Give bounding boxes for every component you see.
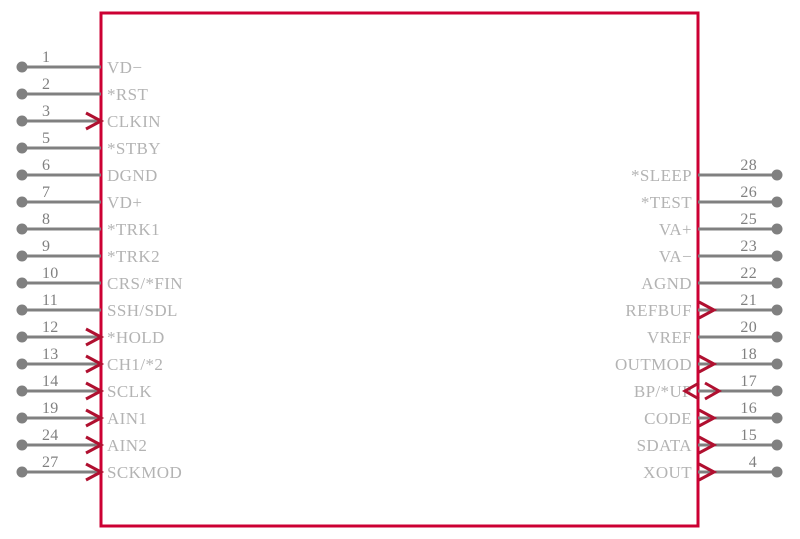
pin-terminal-dot[interactable]	[16, 169, 28, 181]
pin-label: *HOLD	[107, 328, 165, 347]
symbol-drawing: 1 VD− 2 *RST 3 CLKIN 5 *STBY 6 DGND 7 VD+ 8 *TRK1 9 *TR…	[16, 11, 783, 528]
pin-terminal-dot[interactable]	[16, 331, 28, 343]
pin-label: CH1/*2	[107, 355, 163, 374]
pin-number: 10	[42, 265, 59, 282]
pin-terminal-dot[interactable]	[16, 250, 28, 262]
pin-number: 7	[42, 184, 50, 201]
pin-label: VD+	[107, 193, 142, 212]
pin-label: *TRK2	[107, 247, 160, 266]
pin-number: 8	[42, 211, 50, 228]
pin-terminal-dot[interactable]	[16, 88, 28, 100]
pin-number: 25	[740, 211, 757, 228]
pin-label: VD−	[107, 58, 142, 77]
pin-terminal-dot[interactable]	[16, 466, 28, 478]
pin-number: 18	[740, 346, 757, 363]
pin-number: 24	[42, 427, 59, 444]
pin-terminal-dot[interactable]	[771, 358, 783, 370]
pin-number: 23	[740, 238, 757, 255]
pin-terminal-dot[interactable]	[16, 61, 28, 73]
pin-terminal-dot[interactable]	[16, 115, 28, 127]
pin-number: 9	[42, 238, 50, 255]
pin-terminal-dot[interactable]	[16, 358, 28, 370]
pin-number: 17	[740, 373, 757, 390]
pin-label: SSH/SDL	[107, 301, 178, 320]
pin-terminal-dot[interactable]	[771, 385, 783, 397]
pin-terminal-dot[interactable]	[16, 385, 28, 397]
pin-terminal-dot[interactable]	[771, 169, 783, 181]
pin-label: *TRK1	[107, 220, 160, 239]
pin-label: SCLK	[107, 382, 152, 401]
pin-terminal-dot[interactable]	[771, 439, 783, 451]
pin-terminal-dot[interactable]	[16, 277, 28, 289]
pin-label: REFBUF	[625, 301, 692, 320]
pin-terminal-dot[interactable]	[771, 304, 783, 316]
pin-label: OUTMOD	[615, 355, 692, 374]
pin-label: *SLEEP	[631, 166, 692, 185]
pin-number: 21	[740, 292, 757, 309]
pin-terminal-dot[interactable]	[771, 250, 783, 262]
pin-terminal-dot[interactable]	[16, 142, 28, 154]
pin-number: 6	[42, 157, 50, 174]
component-body-outline	[99, 11, 700, 528]
pin-number: 27	[42, 454, 59, 471]
pin-number: 22	[740, 265, 757, 282]
pin-number: 28	[740, 157, 757, 174]
pin-label: *TEST	[641, 193, 692, 212]
pin-number: 20	[740, 319, 757, 336]
pin-terminal-dot[interactable]	[16, 412, 28, 424]
pin-terminal-dot[interactable]	[771, 277, 783, 289]
pin-terminal-dot[interactable]	[771, 223, 783, 235]
pin-number: 3	[42, 103, 50, 120]
pin-label: VA+	[659, 220, 692, 239]
pin-terminal-dot[interactable]	[16, 439, 28, 451]
pin-number: 15	[740, 427, 757, 444]
pin-terminal-dot[interactable]	[16, 223, 28, 235]
pin-number: 4	[749, 454, 757, 471]
pin-label: SDATA	[637, 436, 693, 455]
schematic-symbol-canvas: 1 VD− 2 *RST 3 CLKIN 5 *STBY 6 DGND 7 VD+ 8 *TRK1 9 *TR…	[0, 0, 800, 539]
pin-terminal-dot[interactable]	[16, 196, 28, 208]
pin-label: VA−	[659, 247, 692, 266]
pin-label: *STBY	[107, 139, 161, 158]
pin-label: SCKMOD	[107, 463, 182, 482]
pin-number: 14	[42, 373, 59, 390]
pin-terminal-dot[interactable]	[771, 466, 783, 478]
pin-label: CODE	[644, 409, 692, 428]
pin-label: VREF	[647, 328, 692, 347]
pin-number: 5	[42, 130, 50, 147]
pin-number: 19	[42, 400, 59, 417]
pin-label: AGND	[641, 274, 692, 293]
pin-label: XOUT	[643, 463, 692, 482]
pin-number: 1	[42, 49, 50, 66]
pin-number: 26	[740, 184, 757, 201]
pin-terminal-dot[interactable]	[771, 196, 783, 208]
pin-label: CLKIN	[107, 112, 161, 131]
pin-terminal-dot[interactable]	[16, 304, 28, 316]
pin-number: 12	[42, 319, 59, 336]
pin-label: AIN2	[107, 436, 147, 455]
pin-terminal-dot[interactable]	[771, 412, 783, 424]
pin-number: 16	[740, 400, 757, 417]
pin-number: 11	[42, 292, 58, 309]
pin-label: AIN1	[107, 409, 147, 428]
pin-label: CRS/*FIN	[107, 274, 183, 293]
pin-number: 2	[42, 76, 50, 93]
pin-number: 13	[42, 346, 59, 363]
pin-label: *RST	[107, 85, 148, 104]
pin-label: DGND	[107, 166, 158, 185]
pin-terminal-dot[interactable]	[771, 331, 783, 343]
